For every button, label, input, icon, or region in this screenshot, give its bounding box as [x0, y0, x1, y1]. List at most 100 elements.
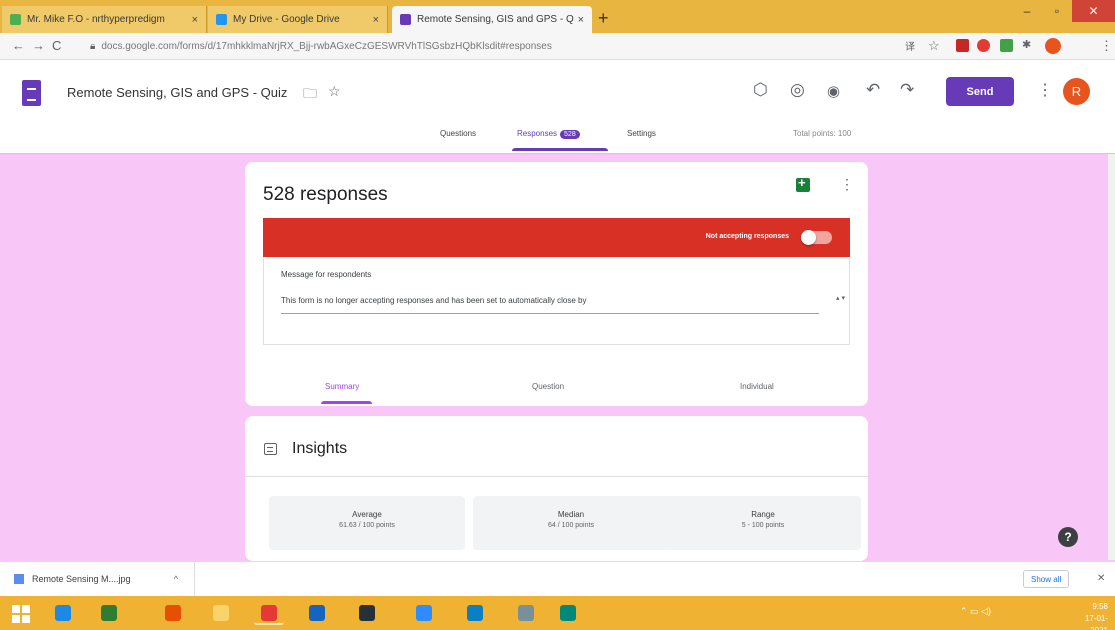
browser-tab-active[interactable]: Remote Sensing, GIS and GPS - Q × [392, 6, 592, 33]
forward-button[interactable]: → [32, 38, 45, 53]
preview-eye-icon[interactable]: ◉ [827, 82, 840, 100]
forms-header: Remote Sensing, GIS and GPS - Quiz 🗀︎ ☆ … [0, 60, 1115, 154]
chevron-up-icon[interactable]: ^ [174, 574, 178, 584]
browser-tab-strip: Mr. Mike F.O - nrthyperpredigm × My Driv… [0, 0, 1115, 33]
form-title[interactable]: Remote Sensing, GIS and GPS - Quiz [67, 85, 287, 100]
close-icon[interactable]: ✕ [1097, 573, 1105, 584]
url-input[interactable]: 🔒︎ docs.google.com/forms/d/17mhkklmaNrjR… [90, 37, 895, 56]
reload-button[interactable]: C [52, 38, 61, 53]
taskbar-clock[interactable]: 9:58 17-01-2021 [1068, 601, 1108, 630]
clock-date: 17-01-2021 [1084, 614, 1108, 630]
close-window-button[interactable]: ✕ [1072, 0, 1115, 22]
stat-label: Median [557, 510, 585, 519]
media-player-icon-glyph [165, 605, 181, 621]
tab-close-icon[interactable]: × [578, 14, 584, 26]
download-item[interactable]: Remote Sensing M....jpg ^ [0, 562, 195, 596]
stat-label: Average [352, 510, 382, 519]
word-icon[interactable] [302, 601, 332, 625]
avatar[interactable]: R [1063, 78, 1090, 105]
tab-responses-label: Responses [517, 129, 558, 138]
chrome-icon[interactable] [254, 601, 284, 625]
subtab-question[interactable]: Question [532, 382, 564, 391]
maximize-button[interactable]: ▫ [1042, 0, 1072, 22]
extension-icon[interactable] [956, 39, 969, 52]
responses-more-icon[interactable]: ⋮ [840, 176, 854, 193]
tab-label: Mr. Mike F.O - nrthyperpredigm [27, 14, 165, 25]
send-button[interactable]: Send [946, 77, 1014, 106]
browser-menu-icon[interactable]: ⋮ [1100, 38, 1113, 54]
zoom-icon[interactable] [409, 601, 439, 625]
camera-app-icon-glyph [359, 605, 375, 621]
help-icon[interactable]: ? [1058, 527, 1078, 547]
system-tray[interactable]: ⌃ ▭ ◁) [960, 606, 991, 617]
not-accepting-label: Not accepting responses [705, 233, 789, 240]
message-textarea[interactable]: This form is no longer accepting respons… [281, 296, 819, 314]
page-scrollbar[interactable] [1108, 154, 1115, 560]
undo-icon[interactable]: ↶ [866, 80, 880, 100]
addons-icon[interactable]: ◎ [790, 80, 805, 100]
responses-card: 528 responses ⋮ Not accepting responses … [245, 162, 868, 406]
file-explorer-icon[interactable] [206, 601, 236, 625]
zoom-icon-glyph [416, 605, 432, 621]
stat-value: 64 / 100 points [548, 522, 594, 529]
camera-app-icon[interactable] [352, 601, 382, 625]
windows-start-icon[interactable] [12, 605, 30, 623]
internet-explorer-icon[interactable] [48, 601, 78, 625]
tab-label: Remote Sensing, GIS and GPS - Q [417, 14, 574, 25]
media-player-icon[interactable] [158, 601, 188, 625]
google-forms-logo-icon[interactable] [22, 80, 41, 106]
photos-app-icon[interactable] [553, 601, 583, 625]
new-tab-button[interactable]: + [598, 8, 609, 29]
back-button[interactable]: ← [12, 38, 25, 53]
insights-icon [264, 443, 277, 455]
lock-icon: 🔒︎ [90, 41, 96, 52]
not-accepting-banner: Not accepting responses [263, 218, 850, 257]
show-all-button[interactable]: Show all [1023, 570, 1070, 588]
extension-icon[interactable] [977, 39, 990, 52]
tab-settings[interactable]: Settings [627, 129, 656, 138]
customize-theme-icon[interactable]: ⬡ [753, 80, 768, 100]
move-to-folder-icon[interactable]: 🗀︎ [303, 83, 317, 107]
active-tab-indicator [512, 148, 608, 151]
subtab-summary[interactable]: Summary [325, 382, 359, 391]
profile-avatar-icon[interactable] [1045, 38, 1061, 54]
extensions-puzzle-icon[interactable]: ✱ [1022, 38, 1031, 51]
insights-card: Insights Average 61.63 / 100 points Medi… [245, 416, 868, 561]
browser-tab[interactable]: My Drive - Google Drive × [208, 6, 388, 33]
active-subtab-indicator [321, 401, 372, 404]
extension-icon[interactable] [1000, 39, 1013, 52]
stat-value: 5 - 100 points [741, 522, 785, 529]
word-icon-glyph [309, 605, 325, 621]
star-icon[interactable]: ☆ [328, 83, 341, 100]
download-shelf: Remote Sensing M....jpg ^ Show all ✕ [0, 561, 1115, 596]
store-icon[interactable] [94, 601, 124, 625]
browser-tab[interactable]: Mr. Mike F.O - nrthyperpredigm × [2, 6, 207, 33]
tab-close-icon[interactable]: × [192, 14, 198, 26]
url-text: docs.google.com/forms/d/17mhkklmaNrjRX_B… [101, 41, 552, 52]
photos-app-icon-glyph [560, 605, 576, 621]
responses-count-badge: 528 [560, 130, 580, 139]
message-scroll-arrows-icon[interactable]: ▴ ▾ [836, 295, 845, 302]
tab-responses[interactable]: Responses 528 [517, 129, 580, 139]
stat-label: Range [751, 510, 775, 519]
edge-icon[interactable] [460, 601, 490, 625]
minimize-button[interactable]: – [1012, 0, 1042, 22]
settings-app-icon[interactable] [511, 601, 541, 625]
tab-questions[interactable]: Questions [440, 129, 476, 138]
stat-average: Average 61.63 / 100 points [269, 496, 465, 550]
tab-close-icon[interactable]: × [373, 14, 379, 26]
bookmark-star-icon[interactable]: ☆ [928, 38, 940, 54]
accepting-responses-toggle[interactable] [801, 230, 832, 245]
link-to-sheets-icon[interactable] [796, 175, 810, 192]
total-points: Total points: 100 [793, 129, 852, 138]
more-options-icon[interactable]: ⋮ [1037, 80, 1053, 100]
translate-icon[interactable]: 译 [905, 38, 915, 53]
redo-icon[interactable]: ↷ [900, 80, 914, 100]
divider [245, 476, 868, 477]
download-filename: Remote Sensing M....jpg [32, 574, 131, 584]
stat-median: Median 64 / 100 points [473, 496, 669, 550]
subtab-individual[interactable]: Individual [740, 382, 774, 391]
tab-label: My Drive - Google Drive [233, 14, 340, 25]
message-for-respondents-box: Message for respondents This form is no … [263, 257, 850, 345]
settings-app-icon-glyph [518, 605, 534, 621]
